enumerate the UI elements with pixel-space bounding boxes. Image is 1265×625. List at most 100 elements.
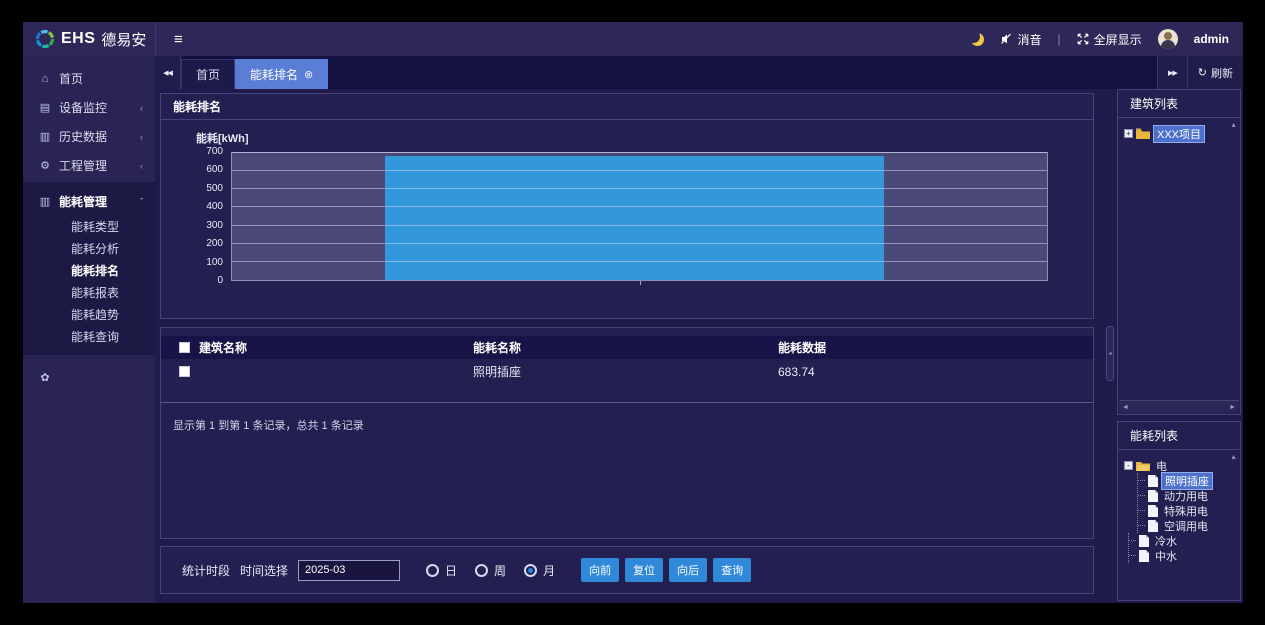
tree-node-special-electricity[interactable]: 特殊用电 <box>1138 503 1238 518</box>
radio-label: 周 <box>494 562 506 579</box>
root-siblings: 冷水 中水 <box>1128 533 1238 563</box>
tree-node-power-electricity[interactable]: 动力用电 <box>1138 488 1238 503</box>
tree-node-ac-electricity[interactable]: 空调用电 <box>1138 518 1238 533</box>
fullscreen-icon <box>1077 33 1089 45</box>
radio-month[interactable]: 月 <box>524 562 555 579</box>
gridline <box>232 188 1047 189</box>
building-tree-hscrollbar[interactable]: ◄ ► <box>1119 400 1239 413</box>
scroll-up-icon[interactable]: ▲ <box>1230 122 1237 129</box>
gridline <box>232 261 1047 262</box>
sidebar-item-energy-report[interactable]: 能耗报表 <box>23 281 155 303</box>
y-tick-label: 300 <box>161 220 223 231</box>
sidebar-item-system-mgmt[interactable]: ✿ <box>23 363 155 392</box>
tree-node-project[interactable]: + XXX项目 <box>1124 126 1238 141</box>
radio-week[interactable]: 周 <box>475 562 506 579</box>
radio-circle-icon <box>524 564 537 577</box>
table-header-row: 建筑名称 能耗名称 能耗数据 <box>161 336 1093 359</box>
row-checkbox[interactable] <box>179 366 190 377</box>
building-tree: ▲ + XXX项目 <box>1118 118 1240 141</box>
sidebar: ⌂ 首页 ▤ 设备监控 ‹ ▥ 历史数据 ‹ ⚙ 工程管理 ‹ ▥ 能 <box>23 56 155 603</box>
sidebar-item-device-monitor[interactable]: ▤ 设备监控 ‹ <box>23 93 155 122</box>
sidebar-item-label: 首页 <box>59 70 83 87</box>
tree-node-label[interactable]: 动力用电 <box>1161 488 1211 504</box>
y-tick-label: 700 <box>161 146 223 157</box>
radio-day[interactable]: 日 <box>426 562 457 579</box>
tree-node-label[interactable]: XXX项目 <box>1153 125 1205 143</box>
tree-node-label[interactable]: 中水 <box>1152 548 1180 564</box>
tab-home[interactable]: 首页 <box>181 59 235 89</box>
query-button[interactable]: 查询 <box>713 558 751 582</box>
radio-label: 日 <box>445 562 457 579</box>
y-tick-label: 0 <box>161 275 223 286</box>
gears-icon: ⚙ <box>37 159 53 172</box>
tree-node-reclaimed-water[interactable]: 中水 <box>1129 548 1238 563</box>
sidebar-item-history-data[interactable]: ▥ 历史数据 ‹ <box>23 122 155 151</box>
scroll-left-icon[interactable]: ◄ <box>1122 404 1129 411</box>
refresh-button[interactable]: ↻ 刷新 <box>1187 56 1243 89</box>
sidebar-item-label: 历史数据 <box>59 128 107 145</box>
mute-icon <box>1000 33 1013 45</box>
period-label: 统计时段 <box>182 562 230 579</box>
collapse-toggle-icon[interactable]: - <box>1124 461 1133 470</box>
radio-label: 月 <box>543 562 555 579</box>
expand-toggle-icon[interactable]: + <box>1124 129 1133 138</box>
period-radio-group: 日 周 月 <box>426 562 555 579</box>
panel-splitter: ◂ <box>1103 89 1117 603</box>
scroll-up-icon[interactable]: ▲ <box>1230 454 1237 461</box>
chart-plot <box>231 152 1048 281</box>
sidebar-toggle-icon[interactable]: ≡ <box>170 31 187 48</box>
select-all-checkbox[interactable] <box>179 342 190 353</box>
sidebar-item-project-mgmt[interactable]: ⚙ 工程管理 ‹ <box>23 151 155 180</box>
gridline <box>232 170 1047 171</box>
brand-logo: EHS 德易安 <box>23 22 155 56</box>
refresh-icon: ↻ <box>1198 66 1207 79</box>
sidebar-item-energy-query[interactable]: 能耗查询 <box>23 325 155 347</box>
fullscreen-button[interactable]: 全屏显示 <box>1077 31 1142 48</box>
gear-icon: ✿ <box>37 371 53 384</box>
tree-node-label[interactable]: 空调用电 <box>1161 518 1211 534</box>
mute-button[interactable]: 消音 <box>1000 31 1042 48</box>
tree-node-label[interactable]: 特殊用电 <box>1161 503 1211 519</box>
sidebar-item-energy-mgmt[interactable]: ▥ 能耗管理 ˇ <box>23 188 155 215</box>
sidebar-item-energy-type[interactable]: 能耗类型 <box>23 215 155 237</box>
energy-list-title: 能耗列表 <box>1118 422 1240 450</box>
tabbar-spacer <box>328 56 1157 89</box>
main-area: 能耗排名 能耗[kWh] 0100200300400500600700 <box>155 89 1103 603</box>
column-header-building: 建筑名称 <box>199 339 247 356</box>
theme-moon-icon[interactable] <box>971 33 984 46</box>
time-input[interactable] <box>298 560 400 581</box>
user-avatar[interactable] <box>1158 29 1178 49</box>
sidebar-item-energy-ranking[interactable]: 能耗排名 <box>23 259 155 281</box>
tab-bar: ◀◀ 首页 能耗排名 ⊗ ▶▶ ↻ 刷新 <box>155 56 1243 89</box>
double-right-icon: ▶▶ <box>1168 69 1177 77</box>
panel-title: 能耗排名 <box>161 94 1093 120</box>
table-row[interactable]: 照明插座 683.74 <box>161 359 1093 384</box>
tree-node-label[interactable]: 冷水 <box>1152 533 1180 549</box>
tree-node-cold-water[interactable]: 冷水 <box>1129 533 1238 548</box>
reset-button[interactable]: 复位 <box>625 558 663 582</box>
scroll-right-icon[interactable]: ► <box>1229 404 1236 411</box>
tab-energy-ranking[interactable]: 能耗排名 ⊗ <box>235 59 328 89</box>
header-divider: | <box>1058 32 1061 46</box>
tab-label: 能耗排名 <box>250 66 298 83</box>
tab-close-icon[interactable]: ⊗ <box>304 68 313 81</box>
backward-button[interactable]: 向后 <box>669 558 707 582</box>
bar-chart-icon: ▥ <box>37 195 53 208</box>
chevron-left-icon: ‹ <box>140 103 143 113</box>
tabs-scroll-left-button[interactable]: ◀◀ <box>155 56 181 89</box>
sidebar-item-energy-analysis[interactable]: 能耗分析 <box>23 237 155 259</box>
sidebar-item-home[interactable]: ⌂ 首页 <box>23 64 155 93</box>
brand-name-cn: 德易安 <box>101 29 146 50</box>
file-icon <box>1139 535 1149 547</box>
forward-button[interactable]: 向前 <box>581 558 619 582</box>
sidebar-item-energy-trend[interactable]: 能耗趋势 <box>23 303 155 325</box>
collapse-right-panel-handle[interactable]: ◂ <box>1106 326 1114 381</box>
file-icon <box>1148 520 1158 532</box>
right-sidebar: 建筑列表 ▲ + XXX项目 <box>1117 89 1243 603</box>
app-window: EHS 德易安 ≡ 消音 | <box>23 22 1243 603</box>
chevron-down-icon: ˇ <box>140 197 143 207</box>
tabs-scroll-right-button[interactable]: ▶▶ <box>1157 56 1187 89</box>
y-tick-label: 400 <box>161 201 223 212</box>
tree-node-lighting-socket[interactable]: 照明插座 <box>1138 473 1238 488</box>
y-tick-label: 500 <box>161 183 223 194</box>
